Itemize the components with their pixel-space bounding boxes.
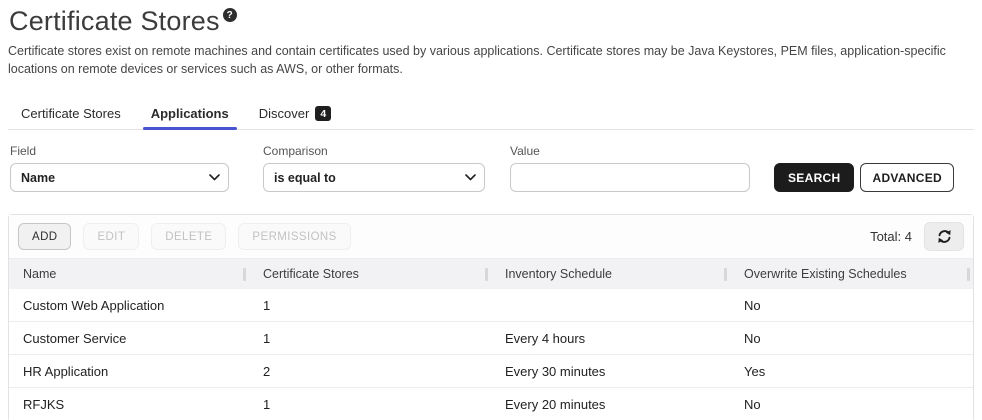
refresh-icon [935, 228, 954, 245]
table-row[interactable]: Custom Web Application1 No [9, 289, 973, 322]
table-cell: HR Application [9, 364, 249, 379]
table-cell: 2 [249, 364, 491, 379]
tab-label: Certificate Stores [21, 106, 121, 121]
permissions-button: PERMISSIONS [238, 223, 350, 250]
table-cell: Customer Service [9, 331, 249, 346]
column-header[interactable]: Name [9, 259, 249, 289]
value-input[interactable] [510, 163, 750, 192]
help-icon[interactable]: ? [223, 8, 237, 22]
table-cell: No [730, 397, 973, 412]
search-button[interactable]: SEARCH [774, 163, 854, 192]
total-count: Total: 4 [870, 229, 912, 244]
table-row[interactable]: RFJKS1Every 20 minutesNo [9, 388, 973, 420]
page-header: Certificate Stores ? [8, 6, 974, 37]
page-description: Certificate stores exist on remote machi… [8, 42, 968, 78]
certificate-stores-page: Certificate Stores ? Certificate stores … [0, 0, 982, 420]
table-cell: No [730, 298, 973, 313]
value-label: Value [510, 144, 750, 158]
grid-toolbar: ADD EDIT DELETE PERMISSIONS Total: 4 [9, 215, 973, 258]
table-cell: 1 [249, 331, 491, 346]
column-header[interactable]: Certificate Stores [249, 259, 491, 289]
delete-button: DELETE [151, 223, 226, 250]
tab-applications[interactable]: Applications [143, 100, 237, 129]
table-cell: Yes [730, 364, 973, 379]
comparison-select[interactable]: is equal to [263, 163, 485, 192]
table-cell: 1 [249, 397, 491, 412]
table-header-row: NameCertificate StoresInventory Schedule… [9, 258, 973, 289]
add-button[interactable]: ADD [18, 223, 71, 250]
table-row[interactable]: HR Application2Every 30 minutesYes [9, 355, 973, 388]
table-cell: 1 [249, 298, 491, 313]
field-select[interactable]: Name [10, 163, 229, 192]
search-filter-bar: Field Name Comparison is equal to Value … [8, 144, 974, 192]
column-header[interactable]: Inventory Schedule [491, 259, 730, 289]
table-cell: No [730, 331, 973, 346]
advanced-button[interactable]: ADVANCED [860, 163, 954, 192]
table-cell: Every 20 minutes [491, 397, 730, 412]
tab-bar: Certificate Stores Applications Discover… [8, 100, 974, 130]
field-label: Field [10, 144, 229, 158]
column-header[interactable]: Overwrite Existing Schedules [730, 259, 973, 289]
table-cell: RFJKS [9, 397, 249, 412]
tab-certificate-stores[interactable]: Certificate Stores [13, 100, 129, 129]
tab-label: Applications [151, 106, 229, 121]
table-body: Custom Web Application1NoCustomer Servic… [9, 289, 973, 420]
table-cell: Custom Web Application [9, 298, 249, 313]
tab-discover[interactable]: Discover 4 [251, 100, 340, 129]
table-row[interactable]: Customer Service1Every 4 hoursNo [9, 322, 973, 355]
edit-button: EDIT [83, 223, 139, 250]
table-cell: Every 30 minutes [491, 364, 730, 379]
applications-grid-panel: ADD EDIT DELETE PERMISSIONS Total: 4 Nam… [8, 214, 974, 420]
discover-count-badge: 4 [315, 106, 331, 121]
page-title: Certificate Stores [9, 6, 220, 37]
refresh-button[interactable] [924, 222, 964, 251]
comparison-label: Comparison [263, 144, 485, 158]
tab-label: Discover [259, 106, 310, 121]
table-cell: Every 4 hours [491, 331, 730, 346]
